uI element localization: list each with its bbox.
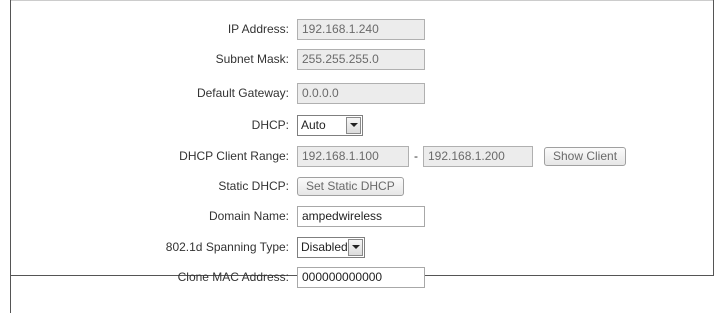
clone-mac-input[interactable] [297, 266, 425, 288]
clone-mac-row: Clone MAC Address: [0, 266, 724, 288]
static-dhcp-label: Static DHCP: [218, 179, 289, 193]
spanning-type-label: 802.1d Spanning Type: [165, 240, 289, 254]
subnet-mask-label: Subnet Mask: [215, 52, 289, 66]
dhcp-range-start-input[interactable] [297, 145, 409, 167]
subnet-mask-input[interactable] [297, 48, 425, 70]
dhcp-client-range-label: DHCP Client Range: [179, 149, 289, 163]
panel-right-border [713, 0, 714, 275]
panel-top-border [10, 0, 714, 1]
show-client-button[interactable]: Show Client [544, 146, 627, 166]
static-dhcp-row: Static DHCP: Set Static DHCP [0, 175, 724, 197]
ip-address-row: IP Address: [0, 18, 724, 40]
set-static-dhcp-button[interactable]: Set Static DHCP [297, 176, 404, 196]
default-gateway-input[interactable] [297, 82, 425, 104]
dhcp-client-range-row: DHCP Client Range: - Show Client [0, 145, 724, 167]
domain-name-label: Domain Name: [208, 209, 289, 223]
spanning-type-row: 802.1d Spanning Type: Disabled [0, 236, 724, 258]
spanning-type-select[interactable]: Disabled [297, 236, 365, 258]
domain-name-input[interactable] [297, 205, 425, 227]
chevron-down-icon[interactable] [348, 238, 363, 256]
dhcp-row: DHCP: Auto [0, 114, 724, 136]
chevron-down-icon[interactable] [346, 116, 361, 134]
dhcp-label: DHCP: [251, 118, 289, 132]
default-gateway-row: Default Gateway: [0, 82, 724, 104]
domain-name-row: Domain Name: [0, 205, 724, 227]
settings-panel: IP Address: Subnet Mask: Default Gateway… [0, 0, 724, 313]
ip-address-input[interactable] [297, 18, 425, 40]
dhcp-select[interactable]: Auto [297, 114, 363, 136]
spanning-type-select-value: Disabled [301, 240, 348, 254]
default-gateway-label: Default Gateway: [196, 86, 289, 100]
dhcp-range-end-input[interactable] [423, 145, 533, 167]
dhcp-select-value: Auto [301, 118, 326, 132]
range-separator: - [414, 149, 418, 163]
ip-address-label: IP Address: [227, 22, 289, 36]
subnet-mask-row: Subnet Mask: [0, 48, 724, 70]
clone-mac-label: Clone MAC Address: [177, 270, 289, 284]
